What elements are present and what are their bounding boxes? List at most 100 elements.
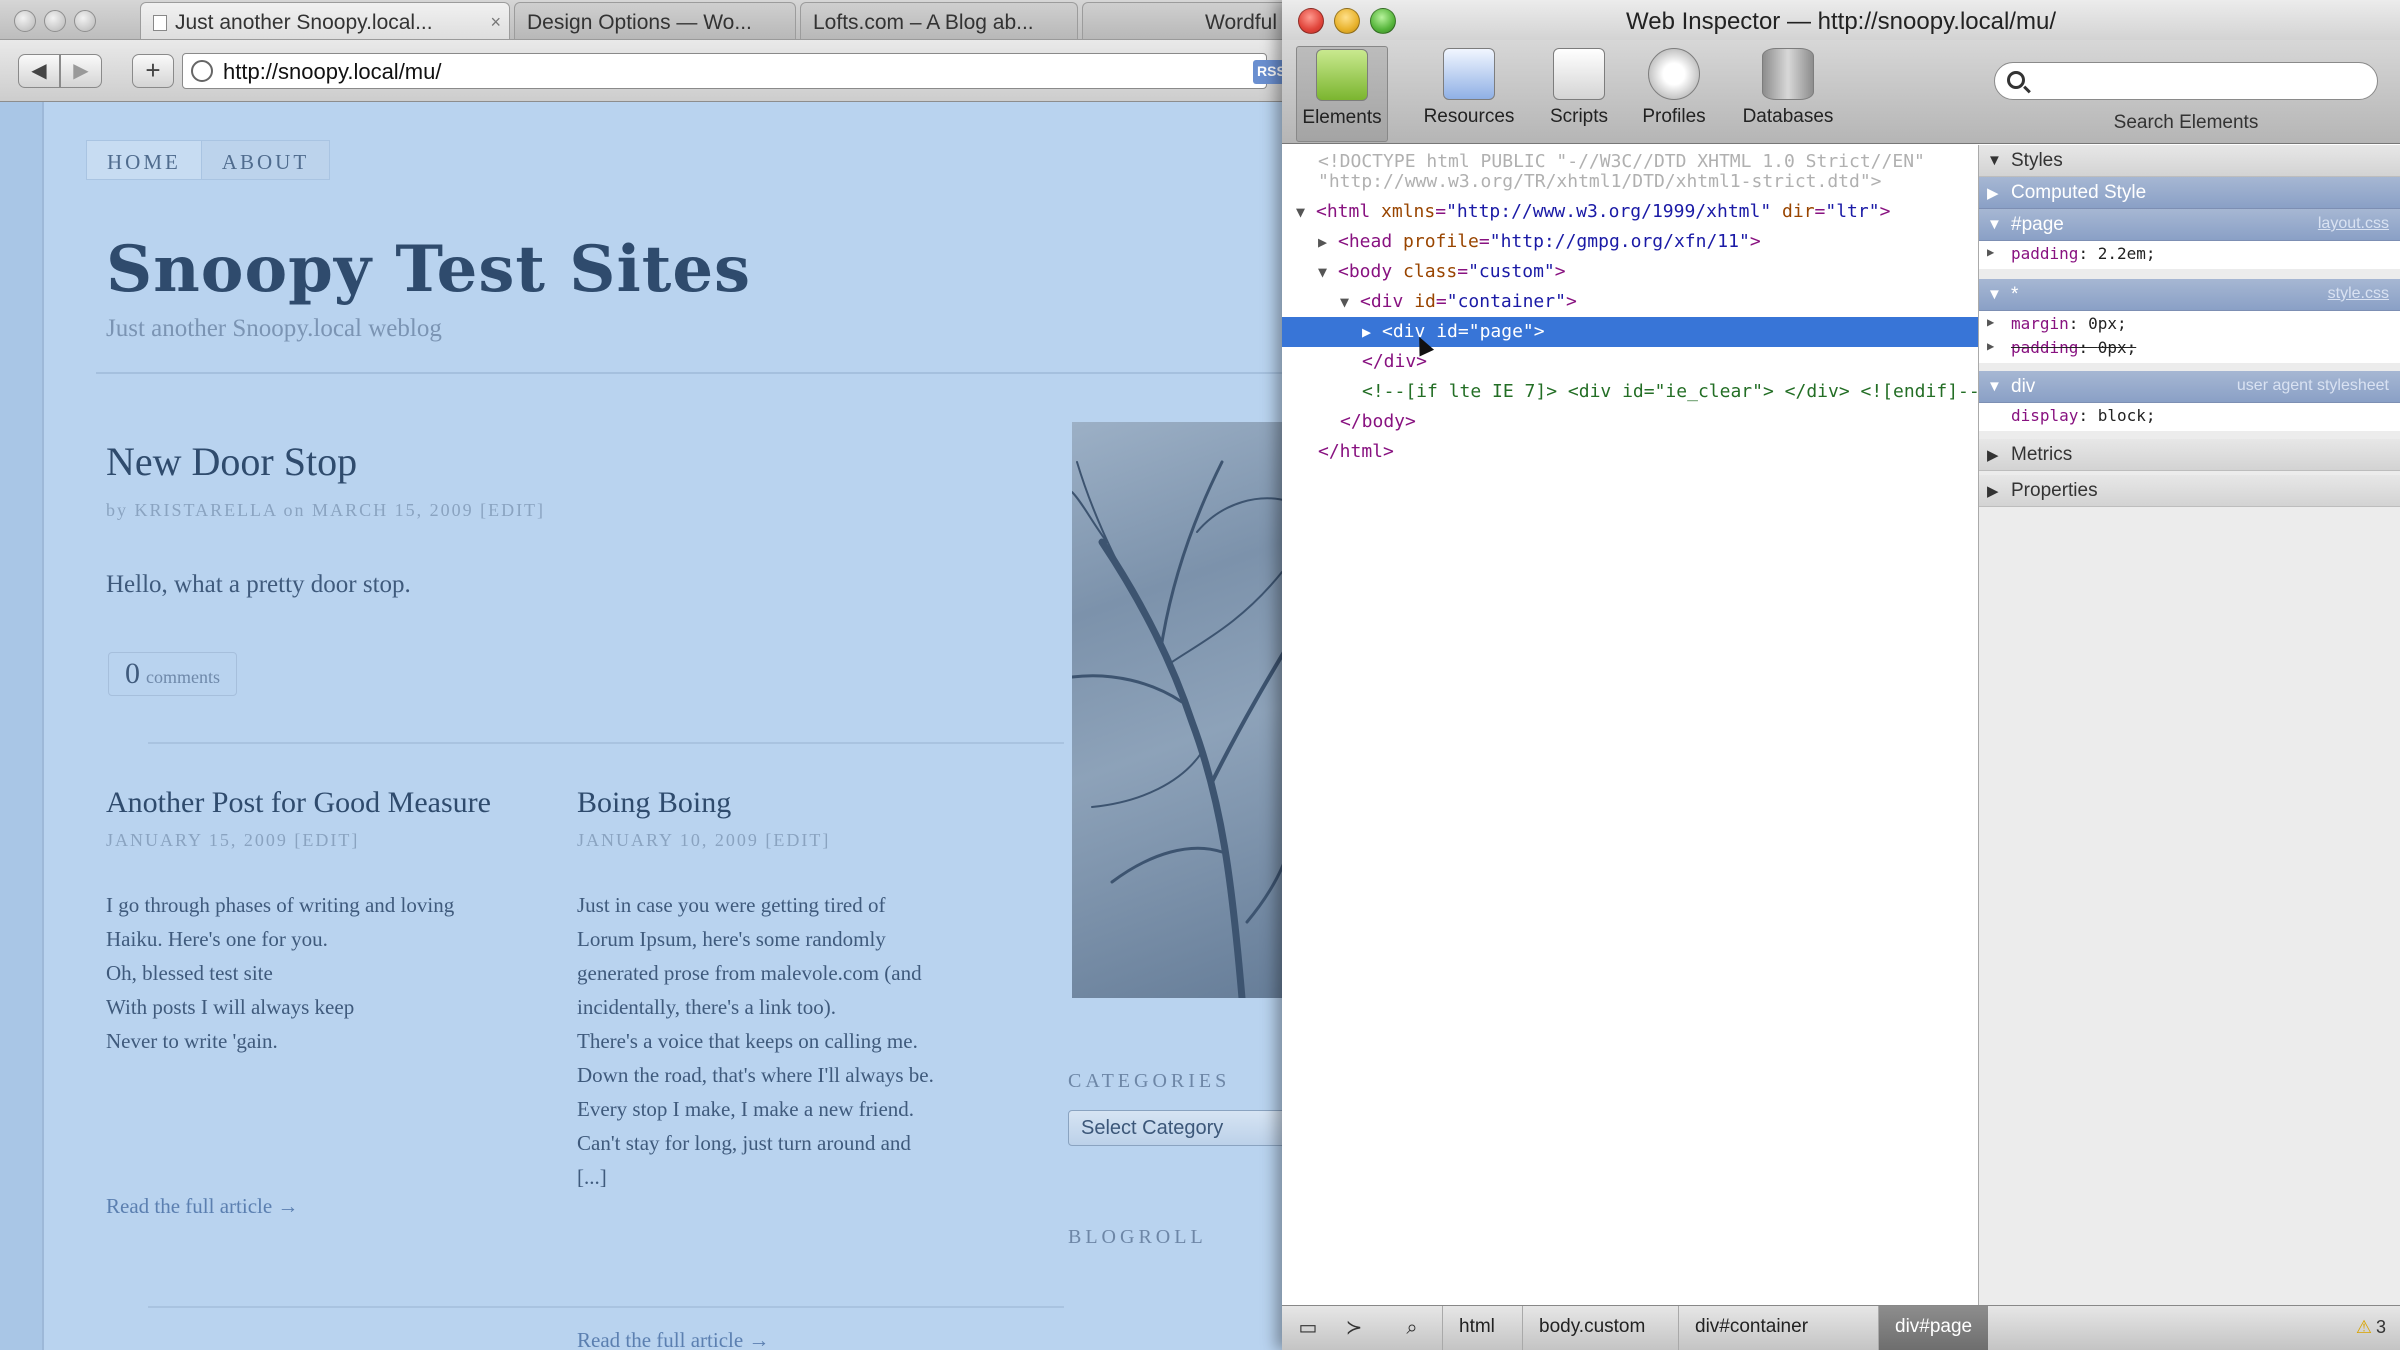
post-title[interactable]: Boing Boing: [577, 786, 731, 820]
dom-node-head[interactable]: ▶ <head profile="http://gmpg.org/xfn/11">: [1282, 227, 1978, 257]
dom-node-close-html[interactable]: </html>: [1282, 437, 1978, 467]
address-bar[interactable]: http://snoopy.local/mu/: [182, 53, 1267, 89]
rule-header-page[interactable]: ▼ #page layout.css: [1979, 209, 2400, 241]
computed-style-header[interactable]: ▶ Computed Style: [1979, 177, 2400, 209]
warnings-indicator[interactable]: ⚠ 3: [2356, 1317, 2386, 1338]
excerpt-line: Every stop I make, I make a new friend.: [577, 1097, 915, 1121]
doctype-text: "http://www.w3.org/TR/xhtml1/DTD/xhtml1-…: [1318, 171, 1882, 192]
tab-close-icon[interactable]: ×: [490, 12, 501, 33]
properties-section-header[interactable]: ▶ Properties: [1979, 475, 2400, 507]
rule-source-link[interactable]: layout.css: [2318, 215, 2389, 233]
tab-elements[interactable]: Elements: [1296, 46, 1388, 142]
read-more-link[interactable]: Read the full article →: [577, 1328, 769, 1350]
profiles-icon: [1648, 48, 1700, 100]
tab-resources[interactable]: Resources: [1414, 46, 1524, 142]
attr-value: "ltr": [1825, 201, 1880, 222]
sidebar-tree-photo: [1072, 422, 1290, 998]
dom-node-page-selected[interactable]: ▶ <div id="page">: [1282, 317, 1978, 347]
tab-label: Elements: [1302, 107, 1382, 128]
dom-node-container[interactable]: ▼ <div id="container">: [1282, 287, 1978, 317]
post-title[interactable]: Another Post for Good Measure: [106, 786, 491, 820]
comment-text: <!--[if lte IE 7]> <div id="ie_clear"> <…: [1362, 381, 1991, 402]
nav-link-home[interactable]: HOME: [87, 141, 201, 179]
category-select[interactable]: Select Category: [1068, 1110, 1290, 1146]
excerpt-line: Never to write 'gain.: [106, 1029, 278, 1053]
browser-tab-design-options[interactable]: Design Options — Wo...: [514, 2, 796, 39]
categories-heading: CATEGORIES: [1068, 1070, 1231, 1092]
disclosure-closed-icon: ▶: [1987, 245, 1995, 259]
attr-name: id: [1436, 321, 1458, 342]
disclosure-open-icon[interactable]: ▼: [1318, 263, 1338, 281]
page-icon: [153, 15, 167, 31]
dom-node-close-div[interactable]: </div>: [1282, 347, 1978, 377]
property-value: 2.2em;: [2097, 244, 2156, 263]
comments-link[interactable]: 0 comments: [108, 652, 237, 696]
disclosure-open-icon[interactable]: ▼: [1340, 293, 1360, 311]
breadcrumb-container[interactable]: div#container: [1678, 1306, 1824, 1350]
dom-node-body[interactable]: ▼ <body class="custom">: [1282, 257, 1978, 287]
back-button[interactable]: ◀: [18, 54, 60, 88]
browser-tab-lofts[interactable]: Lofts.com – A Blog ab...: [800, 2, 1078, 39]
disclosure-open-icon[interactable]: ▼: [1296, 203, 1316, 221]
magnifier-icon: ⌕: [1406, 1317, 1418, 1339]
property-name: padding: [2011, 338, 2079, 357]
property-value: 0px;: [2097, 338, 2137, 357]
dom-tree-pane[interactable]: <!DOCTYPE html PUBLIC "-//W3C//DTD XHTML…: [1282, 145, 1991, 1305]
rule-header-universal[interactable]: ▼ * style.css: [1979, 279, 2400, 311]
tab-label: Scripts: [1549, 106, 1609, 127]
web-page-viewport[interactable]: HOME ABOUT Snoopy Test Sites Just another…: [0, 102, 1334, 1350]
post-meta: JANUARY 10, 2009 [EDIT]: [577, 830, 831, 850]
breadcrumb-html[interactable]: html: [1442, 1306, 1511, 1350]
comments-count: 0: [125, 657, 140, 690]
console-toggle-button[interactable]: ≻: [1332, 1312, 1376, 1344]
browser-tab-wordful[interactable]: Wordful: [1082, 2, 1290, 39]
disclosure-closed-icon[interactable]: ▶: [1362, 323, 1382, 341]
resources-icon: [1443, 48, 1495, 100]
property-name: display: [2011, 406, 2079, 425]
tag-name: </div>: [1362, 351, 1428, 372]
breadcrumb-page-current[interactable]: div#page: [1878, 1306, 1989, 1350]
header-divider: [96, 372, 1334, 374]
close-window-button[interactable]: [14, 10, 36, 32]
read-more-link[interactable]: Read the full article →: [106, 1194, 298, 1219]
post-excerpt: Just in case you were getting tired of L…: [577, 888, 1057, 1194]
browser-tab-snoopy[interactable]: Just another Snoopy.local... ×: [140, 2, 510, 39]
search-elements-input[interactable]: [1994, 62, 2378, 100]
property-value: 0px;: [2088, 314, 2127, 333]
dom-node-comment[interactable]: <!--[if lte IE 7]> <div id="ie_clear"> <…: [1282, 377, 1991, 407]
tab-profiles[interactable]: Profiles: [1628, 46, 1720, 142]
rss-button[interactable]: RSS: [1253, 60, 1286, 84]
add-bookmark-button[interactable]: +: [132, 54, 174, 88]
tab-scripts[interactable]: Scripts: [1534, 46, 1624, 142]
breadcrumb-body[interactable]: body.custom: [1522, 1306, 1661, 1350]
excerpt-line: generated prose from malevole.com (and: [577, 961, 922, 985]
featured-post-title[interactable]: New Door Stop: [106, 438, 357, 485]
forward-button[interactable]: ▶: [60, 54, 102, 88]
style-property[interactable]: ▶ padding: 2.2em;: [1979, 241, 2400, 269]
minimize-window-button[interactable]: [44, 10, 66, 32]
attr-value: "http://gmpg.org/xfn/11": [1489, 231, 1750, 252]
nav-link-about[interactable]: ABOUT: [200, 141, 330, 179]
section-title: Metrics: [2011, 444, 2073, 465]
tab-databases[interactable]: Databases: [1728, 46, 1848, 142]
search-icon: [2007, 71, 2025, 89]
disclosure-closed-icon[interactable]: ▶: [1318, 233, 1338, 251]
metrics-section-header[interactable]: ▶ Metrics: [1979, 439, 2400, 471]
style-property[interactable]: display: block;: [1979, 403, 2400, 431]
section-title: Properties: [2011, 480, 2098, 501]
rule-header-div[interactable]: ▼ div user agent stylesheet: [1979, 371, 2400, 403]
style-property-overridden[interactable]: ▶ padding: 0px;: [1979, 335, 2400, 363]
node-search-button[interactable]: ⌕: [1390, 1312, 1434, 1344]
tag-name: </body>: [1340, 411, 1416, 432]
tab-label: Design Options — Wo...: [527, 11, 752, 34]
dock-toggle-button[interactable]: ▭: [1286, 1312, 1330, 1344]
site-title[interactable]: Snoopy Test Sites: [106, 232, 751, 307]
inspector-status-bar: ▭ ≻ ⌕ html body.custom div#container div…: [1282, 1305, 2400, 1350]
zoom-window-button[interactable]: [74, 10, 96, 32]
dom-node-html[interactable]: ▼ <html xmlns="http://www.w3.org/1999/xht…: [1282, 197, 1978, 227]
attr-name: id: [1414, 291, 1436, 312]
dom-node-close-body[interactable]: </body>: [1282, 407, 1978, 437]
rule-source-link[interactable]: style.css: [2328, 285, 2389, 303]
attr-value: "http://www.w3.org/1999/xhtml": [1446, 201, 1772, 222]
styles-section-header[interactable]: ▼ Styles: [1979, 145, 2400, 177]
